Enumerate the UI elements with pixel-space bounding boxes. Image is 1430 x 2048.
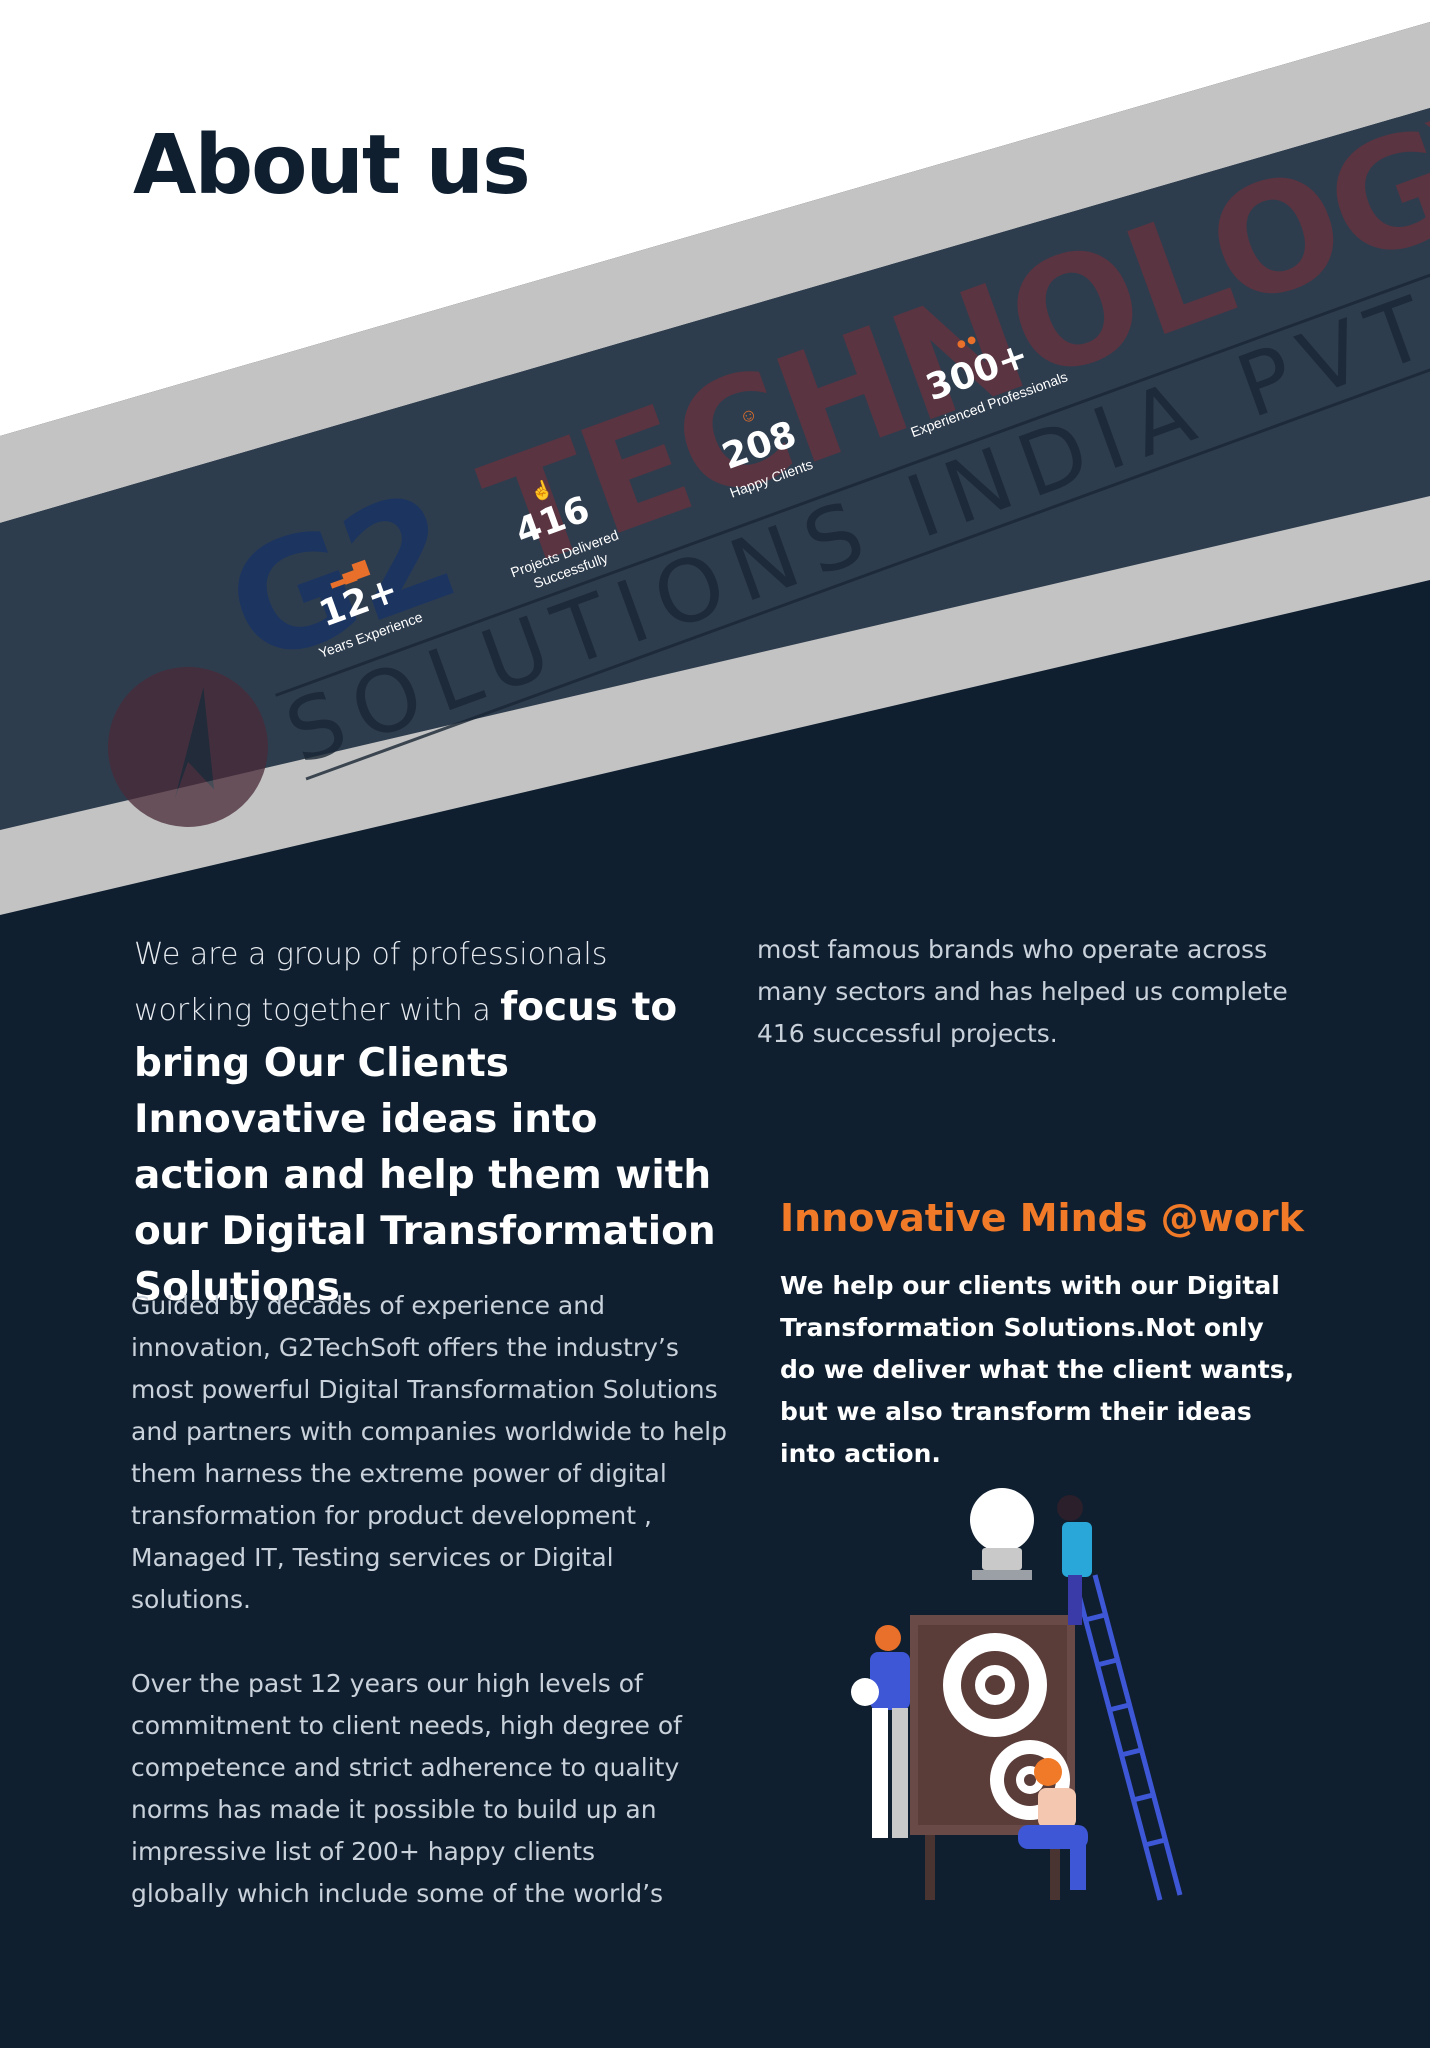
paragraph-brands: most famous brands who operate across ma…	[757, 935, 1288, 1048]
person-on-ladder-icon	[1057, 1495, 1092, 1625]
page-title: About us	[133, 118, 531, 213]
lightbulb-icon	[970, 1488, 1034, 1580]
person-left-icon	[851, 1625, 910, 1838]
ladder-icon	[1072, 1574, 1183, 1901]
paragraph-experience: Guided by decades of experience and inno…	[131, 1291, 727, 1614]
gear-icon	[943, 1633, 1047, 1737]
teamwork-gears-illustration	[851, 1488, 1183, 1901]
intro-statement: We are a group of professionals working …	[134, 928, 724, 1317]
intro-emphasis: focus to bring Our Clients Innovative id…	[134, 985, 716, 1310]
innovative-minds-body: We help our clients with our Digital Tra…	[780, 1271, 1295, 1468]
innovative-minds-heading: Innovative Minds @work	[780, 1196, 1304, 1240]
paragraph-commitment: Over the past 12 years our high levels o…	[131, 1669, 682, 1908]
